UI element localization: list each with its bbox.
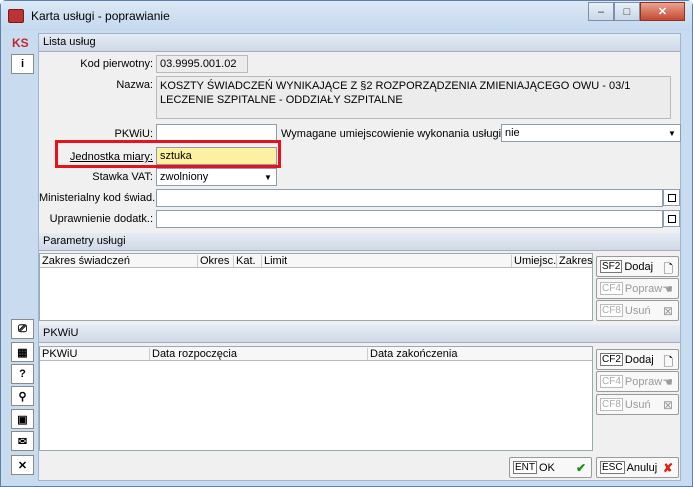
params-grid[interactable]: Zakres świadczeń Okres Kat. Limit Umiejs…	[39, 253, 593, 321]
params-grid-header: Zakres świadczeń Okres Kat. Limit Umiejs…	[40, 254, 593, 268]
nazwa-field: KOSZTY ŚWIADCZEŃ WYNIKAJĄCE Z §2 ROZPORZ…	[156, 76, 671, 119]
chevron-down-icon[interactable]: ▼	[260, 169, 276, 185]
main-panel: Lista usług Kod pierwotny: 03.9995.001.0…	[38, 33, 681, 481]
title-bar: Karta usługi - poprawianie – □ ✕	[1, 1, 692, 31]
delete-icon: ⊠	[662, 398, 673, 412]
chevron-down-icon[interactable]: ▼	[664, 125, 680, 141]
left-toolbar: KS i ⎚ ▦ ? ⚲ ▣ ✉ ✕	[7, 33, 37, 481]
col-kat: Kat.	[234, 255, 262, 267]
search-icon[interactable]: ⚲	[11, 386, 34, 406]
minimize-button[interactable]: –	[588, 2, 614, 21]
window: Karta usługi - poprawianie – □ ✕ KS i ⎚ …	[0, 0, 693, 487]
vat-select[interactable]: zwolniony ▼	[156, 168, 277, 186]
edit-param-button[interactable]: CF4 Popraw ☚	[596, 278, 679, 299]
cancel-x-icon: ✘	[662, 461, 673, 475]
add-pkwiu-button[interactable]: CF2 Dodaj 🗋	[596, 349, 679, 370]
section-parametry: Parametry usługi	[39, 233, 680, 251]
app-icon	[8, 9, 24, 23]
cancel-button[interactable]: ESC Anuluj ✘	[596, 457, 679, 478]
col-okres: Okres	[198, 255, 234, 267]
pkwiu-label: PKWiU:	[114, 128, 154, 140]
pkwiu-grid-header: PKWiU Data rozpoczęcia Data zakończenia	[40, 347, 592, 361]
edit-hand-icon: ☚	[662, 282, 673, 296]
check-icon: ✔	[575, 461, 586, 475]
delete-icon: ⊠	[662, 304, 673, 318]
col-pkwiu: PKWiU	[40, 348, 150, 360]
edit-hand-icon: ☚	[662, 375, 673, 389]
square-icon	[667, 214, 676, 223]
col-zakres2: Zakres	[559, 255, 593, 267]
mail-icon[interactable]: ✉	[11, 431, 34, 451]
id-card-icon[interactable]: ▣	[11, 409, 34, 429]
umiejscowienie-label: Wymagane umiejscowienie wykonania usługi…	[281, 128, 505, 140]
ministerialny-label: Ministerialny kod świad.:	[39, 192, 159, 204]
add-param-button[interactable]: SF2 Dodaj 🗋	[596, 256, 679, 277]
section-lista-uslug: Lista usług	[39, 34, 680, 52]
nazwa-label: Nazwa:	[116, 79, 153, 91]
edit-pkwiu-button[interactable]: CF4 Popraw ☚	[596, 371, 679, 392]
ministerialny-field[interactable]	[156, 189, 663, 207]
calculator-icon[interactable]: ▦	[11, 342, 34, 362]
col-data-rozp: Data rozpoczęcia	[150, 348, 368, 360]
help-icon[interactable]: ?	[11, 364, 34, 384]
umiejscowienie-select[interactable]: nie ▼	[501, 124, 681, 142]
close-button[interactable]: ✕	[640, 2, 685, 21]
uprawnienie-label: Uprawnienie dodatk.:	[49, 213, 153, 225]
maximize-button[interactable]: □	[614, 2, 640, 21]
col-limit: Limit	[262, 255, 512, 267]
ministerialny-lookup-button[interactable]	[663, 189, 680, 206]
vat-value: zwolniony	[160, 171, 209, 183]
window-title: Karta usługi - poprawianie	[31, 9, 170, 23]
kod-label: Kod pierwotny:	[80, 58, 153, 70]
exit-icon[interactable]: ✕	[11, 455, 34, 475]
highlight-annotation	[55, 140, 281, 168]
umiejscowienie-value: nie	[505, 127, 520, 139]
pkwiu-grid[interactable]: PKWiU Data rozpoczęcia Data zakończenia	[39, 346, 593, 451]
vat-label: Stawka VAT:	[92, 171, 153, 183]
col-zakres: Zakres świadczeń	[40, 255, 198, 267]
ks-logo-icon: KS	[12, 36, 29, 50]
square-icon	[667, 193, 676, 202]
delete-pkwiu-button[interactable]: CF8 Usuń ⊠	[596, 394, 679, 415]
delete-param-button[interactable]: CF8 Usuń ⊠	[596, 300, 679, 321]
col-data-zak: Data zakończenia	[370, 348, 458, 360]
kod-field: 03.9995.001.02	[156, 55, 248, 73]
monitor-icon[interactable]: ⎚	[11, 319, 34, 339]
uprawnienie-field[interactable]	[156, 210, 663, 228]
ok-button[interactable]: ENT OK ✔	[509, 457, 592, 478]
section-pkwiu: PKWiU	[39, 325, 680, 343]
uprawnienie-lookup-button[interactable]	[663, 210, 680, 227]
col-umiejsc: Umiejsc.	[514, 255, 557, 267]
info-icon[interactable]: i	[11, 54, 34, 74]
